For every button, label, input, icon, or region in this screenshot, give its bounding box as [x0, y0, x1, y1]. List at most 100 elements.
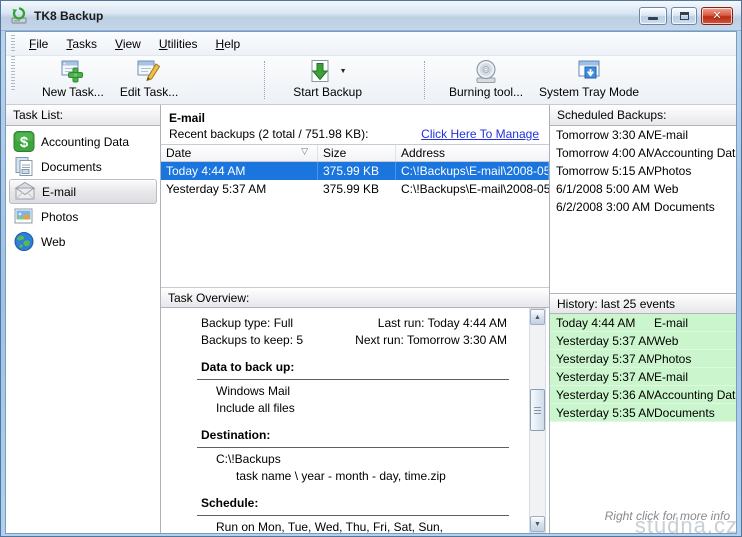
maximize-icon [680, 12, 689, 20]
menu-view[interactable]: View [106, 34, 150, 54]
right-panel: Scheduled Backups: Tomorrow 3:30 AM E-ma… [549, 105, 736, 533]
close-button[interactable]: ✕ [701, 7, 733, 25]
scrollbar-grip-icon [534, 407, 541, 414]
edit-task-label: Edit Task... [120, 85, 178, 99]
sidebar-item-photos[interactable]: Photos [6, 204, 160, 229]
history-row[interactable]: Yesterday 5:37 AM Web [550, 332, 736, 350]
menu-bar: File Tasks View Utilities Help [6, 32, 736, 56]
title-bar[interactable]: TK8 Backup ✕ [1, 1, 741, 31]
tool-bar: New Task... Edit Task... [6, 56, 736, 105]
sidebar-item-label: Accounting Data [41, 135, 129, 149]
documents-icon [13, 156, 35, 177]
table-header-row: Date ▽ Size Address [161, 145, 549, 162]
window-title: TK8 Backup [34, 9, 639, 23]
minimize-icon [648, 17, 658, 20]
close-icon: ✕ [712, 9, 721, 22]
task-overview-header: Task Overview: [161, 287, 549, 308]
burning-tool-icon [473, 59, 499, 85]
scheduled-row[interactable]: Tomorrow 4:00 AM Accounting Data [550, 144, 736, 162]
history-header: History: last 25 events [550, 293, 736, 314]
recent-backups-table: Date ▽ Size Address Today 4:44 AM 375.99… [161, 144, 549, 287]
column-header-size[interactable]: Size [318, 145, 396, 161]
photos-icon [13, 206, 35, 227]
scheduled-row[interactable]: 6/1/2008 5:00 AM Web [550, 180, 736, 198]
task-list-panel: Task List: $ Accounting Data [6, 105, 161, 533]
recent-backups-summary: Recent backups (2 total / 751.98 KB): [169, 127, 421, 141]
main-panel: E-mail Recent backups (2 total / 751.98 … [161, 105, 549, 533]
sidebar-item-accounting-data[interactable]: $ Accounting Data [6, 129, 160, 154]
menubar-grip[interactable] [11, 35, 15, 51]
last-run-value: Last run: Today 4:44 AM [378, 315, 507, 332]
scheduled-backups-header: Scheduled Backups: [550, 105, 736, 126]
scheduled-row[interactable]: 6/2/2008 3:00 AM Documents [550, 198, 736, 216]
history-row[interactable]: Today 4:44 AM E-mail [550, 314, 736, 332]
new-task-label: New Task... [42, 85, 104, 99]
scheduled-row[interactable]: Tomorrow 5:15 AM Photos [550, 162, 736, 180]
start-backup-dropdown-arrow[interactable]: ▼ [340, 68, 347, 75]
new-task-icon [60, 59, 86, 84]
menu-file[interactable]: File [20, 34, 57, 54]
scrollbar-thumb[interactable] [530, 389, 545, 431]
next-run-value: Next run: Tomorrow 3:30 AM [355, 332, 507, 349]
sidebar-item-label: E-mail [42, 185, 76, 199]
right-panel-spacer [550, 216, 736, 293]
sidebar-item-label: Photos [41, 210, 78, 224]
table-row[interactable]: Today 4:44 AM 375.99 KB C:\!Backups\E-ma… [161, 162, 549, 180]
start-backup-icon [309, 59, 331, 84]
minimize-button[interactable] [639, 7, 667, 25]
overview-section-data: Data to back up: Windows Mail Include al… [161, 359, 549, 417]
maximize-button[interactable] [671, 7, 697, 25]
column-header-address[interactable]: Address [396, 145, 549, 161]
backups-to-keep-value: Backups to keep: 5 [161, 332, 303, 349]
sidebar-item-web[interactable]: Web [6, 229, 160, 254]
history-row[interactable]: Yesterday 5:36 AM Accounting Data [550, 386, 736, 404]
menu-help[interactable]: Help [207, 34, 250, 54]
table-row[interactable]: Yesterday 5:37 AM 375.99 KB C:\!Backups\… [161, 180, 549, 198]
backup-type-value: Backup type: Full [161, 315, 293, 332]
window-content: File Tasks View Utilities Help [5, 31, 737, 534]
sort-descending-icon: ▽ [301, 146, 308, 161]
history-row[interactable]: Yesterday 5:37 AM E-mail [550, 368, 736, 386]
overview-section-schedule: Schedule: Run on Mon, Tue, Wed, Thu, Fri… [161, 495, 549, 533]
system-tray-mode-label: System Tray Mode [539, 85, 639, 99]
burning-tool-label: Burning tool... [449, 85, 523, 99]
table-empty-area [161, 198, 549, 287]
system-tray-icon [576, 59, 602, 84]
scroll-down-button[interactable]: ▼ [530, 516, 545, 532]
toolbar-grip[interactable] [11, 56, 15, 90]
burning-tool-button[interactable]: Burning tool... [441, 56, 531, 104]
column-header-date[interactable]: Date ▽ [161, 145, 318, 161]
overview-scrollbar[interactable]: ▲ ▼ [529, 308, 546, 533]
history-row[interactable]: Yesterday 5:37 AM Photos [550, 350, 736, 368]
task-overview-body: Backup type: Full Last run: Today 4:44 A… [161, 308, 549, 533]
edit-task-icon [136, 59, 162, 84]
scroll-up-button[interactable]: ▲ [530, 309, 545, 325]
edit-task-button[interactable]: Edit Task... [112, 56, 186, 104]
toolbar-separator [264, 61, 265, 99]
globe-icon [13, 231, 35, 252]
sidebar-item-label: Web [41, 235, 65, 249]
app-window: TK8 Backup ✕ File Tasks View Utilities H… [0, 0, 742, 537]
menu-utilities[interactable]: Utilities [150, 34, 207, 54]
scheduled-row[interactable]: Tomorrow 3:30 AM E-mail [550, 126, 736, 144]
sidebar-item-label: Documents [41, 160, 102, 174]
right-panel-empty-area [550, 422, 736, 509]
manage-backups-link[interactable]: Click Here To Manage [421, 127, 539, 141]
dollar-icon: $ [13, 131, 35, 152]
right-click-hint: Right click for more info [550, 509, 736, 523]
app-icon [10, 7, 28, 24]
menu-tasks[interactable]: Tasks [57, 34, 106, 54]
start-backup-label: Start Backup [293, 85, 362, 99]
new-task-button[interactable]: New Task... [34, 56, 112, 104]
start-backup-button[interactable]: ▼ Start Backup [285, 56, 370, 104]
history-row[interactable]: Yesterday 5:35 AM Documents [550, 404, 736, 422]
envelope-icon [14, 181, 36, 202]
system-tray-mode-button[interactable]: System Tray Mode [531, 56, 647, 104]
page-title: E-mail [169, 111, 541, 125]
toolbar-separator [424, 61, 425, 99]
sidebar-item-email[interactable]: E-mail [9, 179, 157, 204]
task-list-header: Task List: [6, 105, 160, 126]
overview-section-destination: Destination: C:\!Backups task name \ yea… [161, 427, 549, 485]
sidebar-item-documents[interactable]: Documents [6, 154, 160, 179]
svg-text:$: $ [20, 134, 29, 151]
